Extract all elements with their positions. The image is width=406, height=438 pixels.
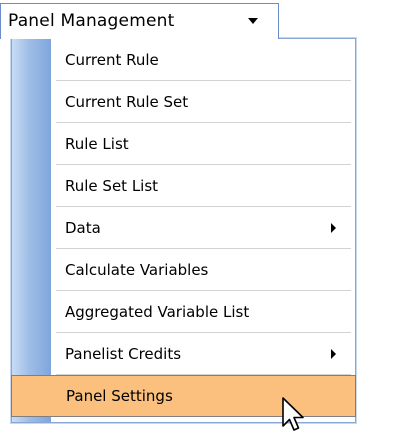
menu-item-current-rule[interactable]: Current Rule — [12, 39, 355, 81]
menu-item-label: Rule Set List — [65, 177, 159, 195]
menu-item-panelist-credits[interactable]: Panelist Credits — [12, 333, 355, 375]
menu-item-label: Rule List — [65, 135, 129, 153]
menu-item-label: Current Rule — [65, 51, 159, 69]
menu-item-label: Calculate Variables — [65, 261, 209, 279]
menu-title: Panel Management — [8, 11, 175, 31]
caret-down-icon — [248, 18, 258, 24]
dropdown-menu: Current Rule Current Rule Set Rule List … — [11, 38, 356, 423]
menu-item-aggregated-variable-list[interactable]: Aggregated Variable List — [12, 291, 355, 333]
menu-item-label: Panelist Credits — [65, 345, 182, 363]
menu-item-current-rule-set[interactable]: Current Rule Set — [12, 81, 355, 123]
submenu-arrow-icon — [331, 349, 336, 359]
menu-item-label: Aggregated Variable List — [65, 303, 250, 321]
menu-item-label: Panel Settings — [66, 387, 173, 405]
submenu-arrow-icon — [331, 223, 336, 233]
menu-item-data[interactable]: Data — [12, 207, 355, 249]
menu-item-label: Data — [65, 219, 101, 237]
menu-item-label: Current Rule Set — [65, 93, 189, 111]
panel-management-menu-button[interactable]: Panel Management — [0, 3, 279, 39]
arrow-cursor-icon — [282, 397, 304, 431]
screen: Panel Management Current Rule Current Ru… — [0, 0, 406, 438]
menu-item-rule-list[interactable]: Rule List — [12, 123, 355, 165]
menu-item-calculate-variables[interactable]: Calculate Variables — [12, 249, 355, 291]
menu-item-rule-set-list[interactable]: Rule Set List — [12, 165, 355, 207]
menu-items: Current Rule Current Rule Set Rule List … — [11, 39, 356, 422]
